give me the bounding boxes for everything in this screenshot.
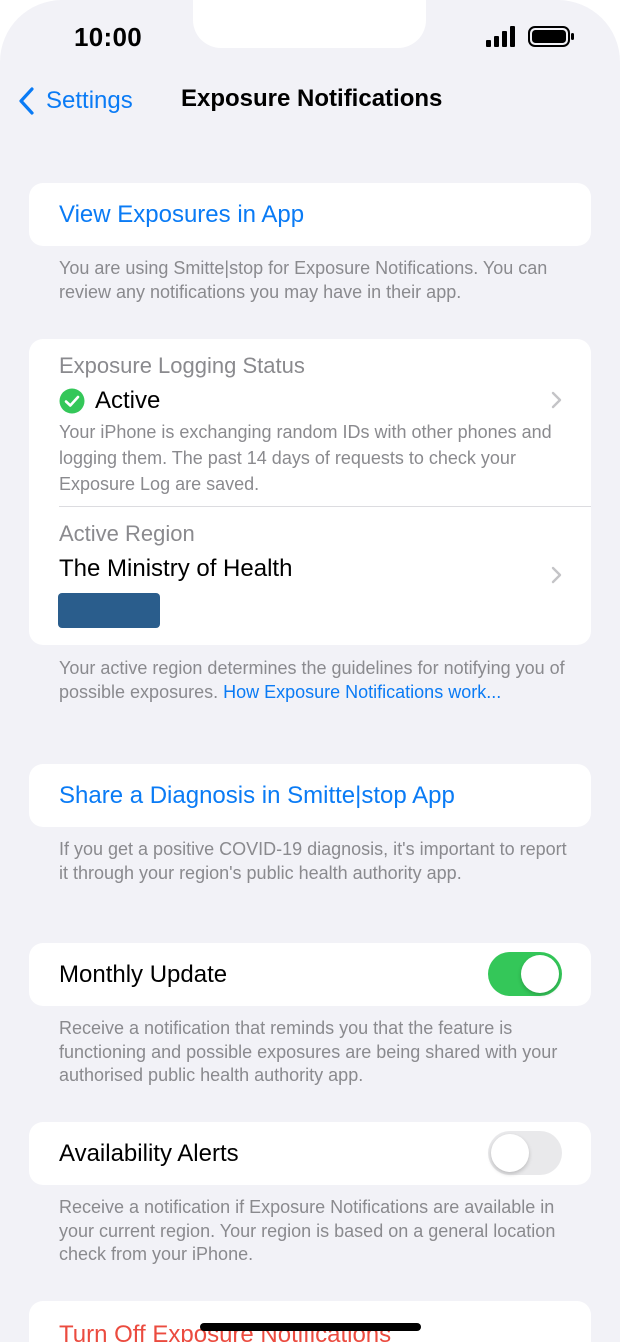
logging-status-value: Active [95,387,161,414]
status-time: 10:00 [74,22,142,52]
availability-alerts-label: Availability Alerts [59,1140,239,1167]
chevron-right-icon [551,566,562,584]
availability-alerts-toggle[interactable] [488,1131,562,1175]
logging-status-label: Exposure Logging Status [59,353,305,378]
monthly-update-footer: Receive a notification that reminds you … [59,1018,558,1085]
view-exposures-link[interactable]: View Exposures in App [59,201,304,229]
back-button[interactable]: Settings [18,84,133,118]
chevron-right-icon [551,391,562,409]
home-indicator [200,1323,421,1331]
availability-alerts-footer: Receive a notification if Exposure Notif… [59,1197,556,1264]
logging-region-card: Exposure Logging Status Active Your iPho… [29,339,591,645]
monthly-update-card: Monthly Update [29,943,591,1006]
back-label: Settings [46,87,133,114]
phone-screen: 10:00 Settings Exposure Notifications Vi… [0,0,620,1342]
logging-status: Active [59,387,160,415]
signal-icon [486,26,515,47]
availability-alerts-card: Availability Alerts [29,1122,591,1185]
active-region-name: The Ministry of Health [59,555,293,582]
exposure-logging-row[interactable]: Exposure Logging Status Active Your iPho… [29,339,591,506]
toggle-knob [491,1134,529,1172]
status-icons [486,26,574,47]
share-diagnosis-card[interactable]: Share a Diagnosis in Smitte|stop App [29,764,591,827]
active-region-label: Active Region [59,521,195,546]
logging-description: Your iPhone is exchanging random IDs wit… [59,422,552,494]
chevron-left-icon [19,87,34,115]
page-title: Exposure Notifications [181,85,443,112]
battery-icon [528,26,574,47]
toggle-knob [521,955,559,993]
view-exposures-footer: You are using Smitte|stop for Exposure N… [59,258,548,302]
region-footer: Your active region determines the guidel… [59,657,569,704]
checkmark-circle-icon [59,388,85,414]
region-logo [58,593,160,628]
how-it-works-link[interactable]: How Exposure Notifications work... [223,682,501,702]
monthly-update-label: Monthly Update [59,961,228,988]
share-diagnosis-footer: If you get a positive COVID-19 diagnosis… [59,839,567,883]
notch [193,0,426,48]
share-diagnosis-link[interactable]: Share a Diagnosis in Smitte|stop App [59,782,455,810]
view-exposures-card[interactable]: View Exposures in App [29,183,591,246]
turn-off-card[interactable]: Turn Off Exposure Notifications [29,1301,591,1342]
monthly-update-toggle[interactable] [488,952,562,996]
